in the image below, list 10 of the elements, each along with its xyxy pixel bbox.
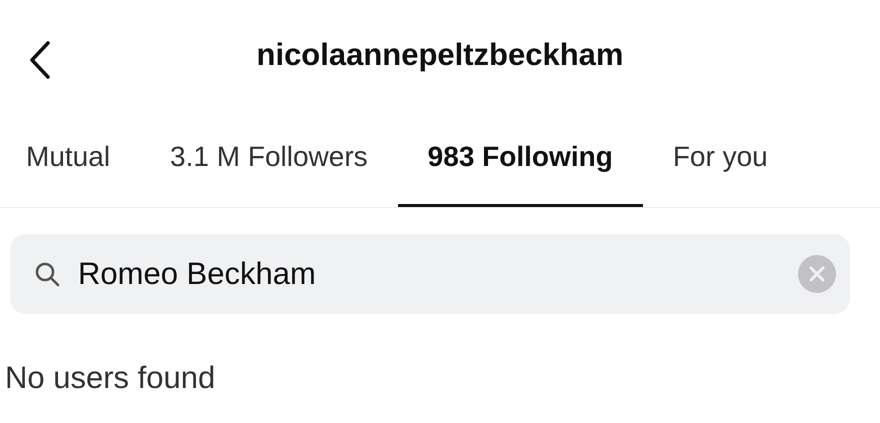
tab[interactable]: For you <box>642 110 798 207</box>
profile-username: nicolaannepeltzbeckham <box>256 37 624 73</box>
search-icon <box>34 261 60 287</box>
tab[interactable]: 3.1 M Followers <box>140 110 398 207</box>
empty-message: No users found <box>4 359 216 396</box>
search-field[interactable]: Romeo Beckham <box>10 234 850 314</box>
tab[interactable]: Mutual <box>0 110 140 207</box>
tab[interactable]: 983 Following <box>398 110 643 207</box>
back-icon[interactable] <box>28 40 52 80</box>
search-query: Romeo Beckham <box>78 256 317 292</box>
